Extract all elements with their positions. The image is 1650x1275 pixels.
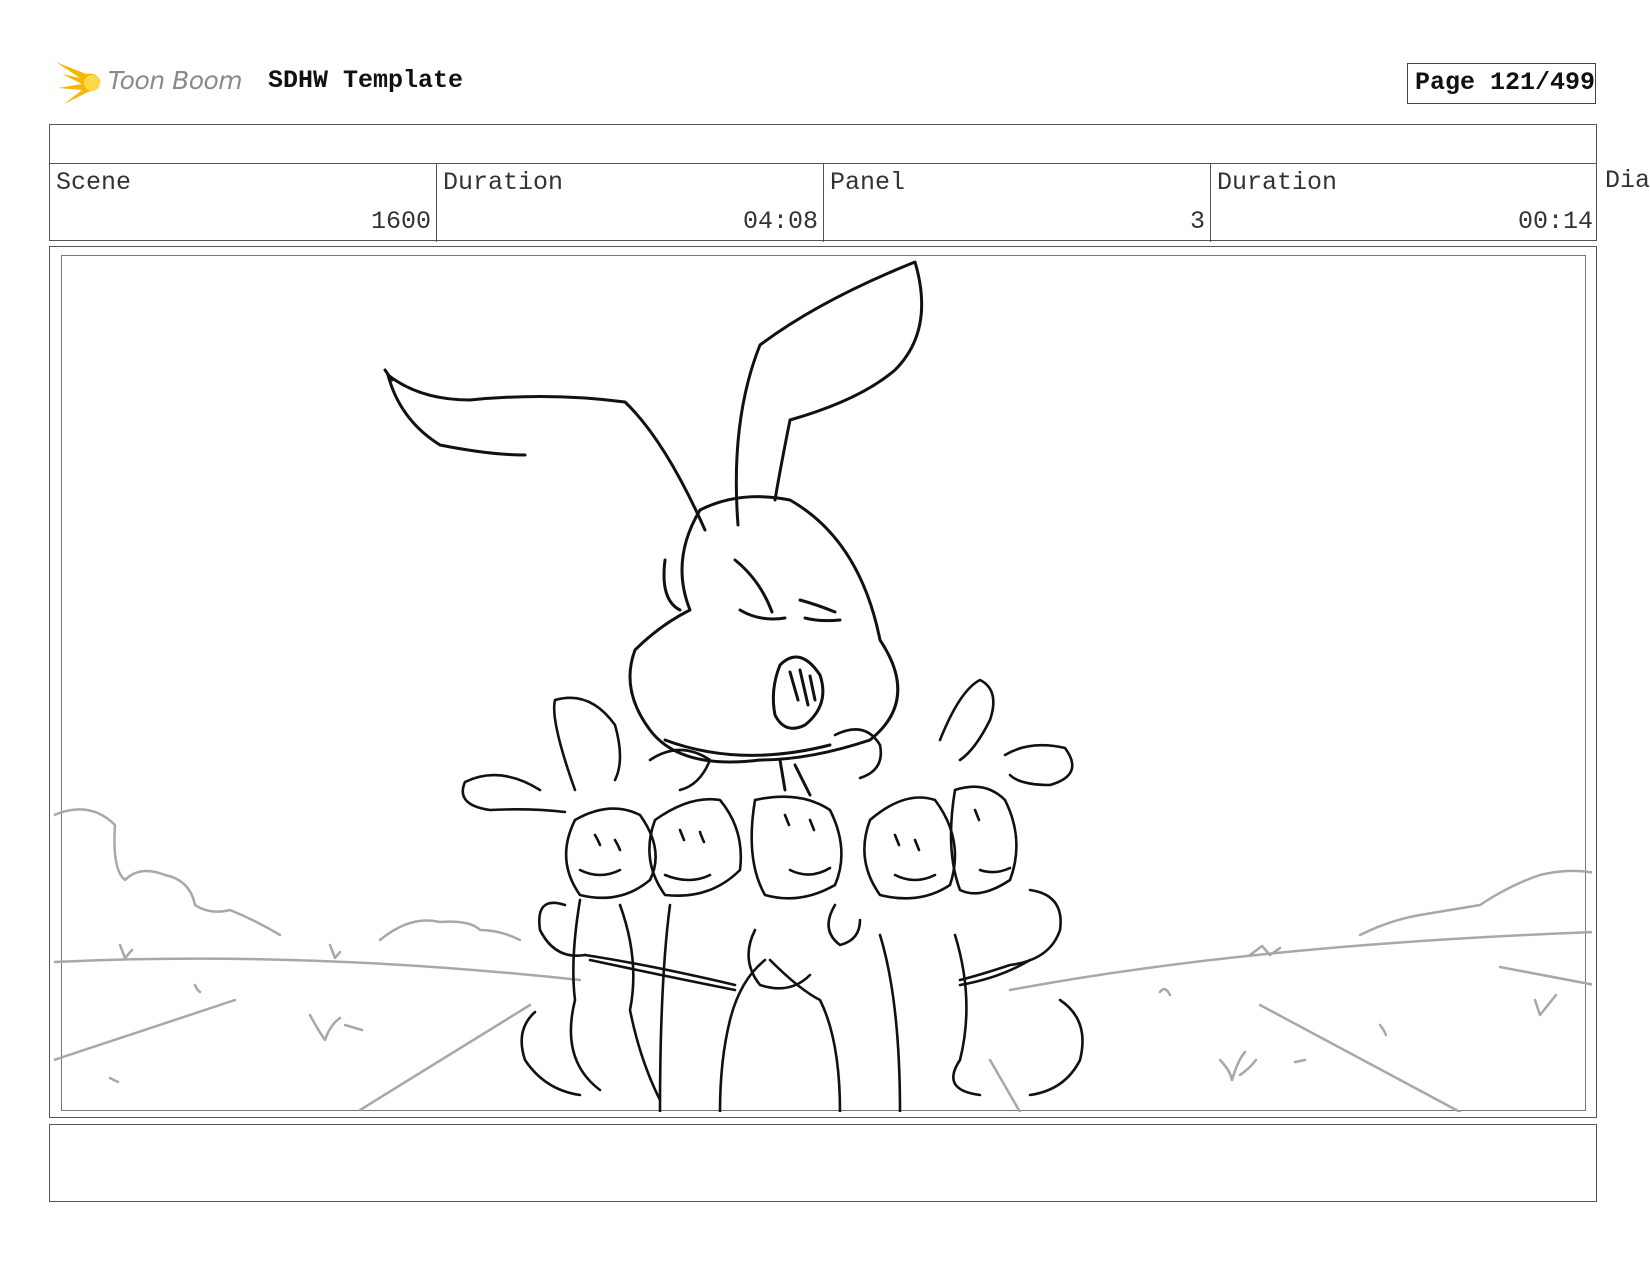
bunny-group bbox=[461, 678, 1084, 1112]
storyboard-sketch bbox=[54, 260, 1592, 1112]
rabbit-character bbox=[383, 260, 924, 797]
panel-notes-box bbox=[49, 1124, 1597, 1202]
background-scenery bbox=[54, 808, 1592, 1112]
